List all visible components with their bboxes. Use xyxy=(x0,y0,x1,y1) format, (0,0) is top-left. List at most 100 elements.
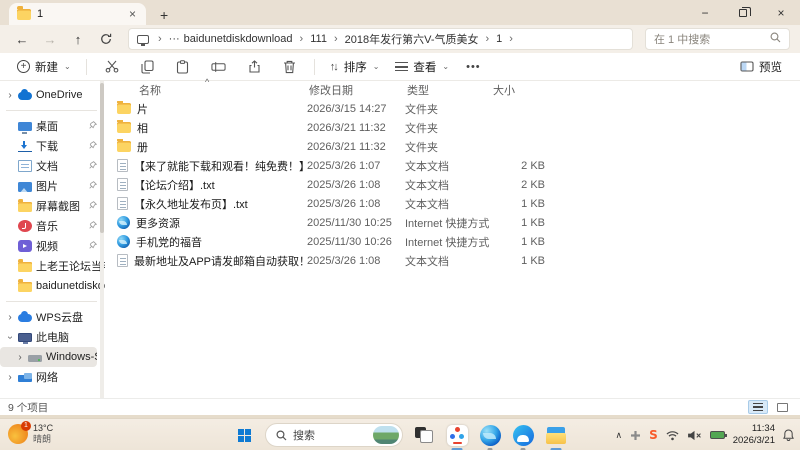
sidebar-scrollbar[interactable] xyxy=(100,81,104,398)
explorer-tab[interactable]: 1 × xyxy=(9,3,146,25)
back-button[interactable]: ← xyxy=(10,32,34,47)
table-row[interactable]: 最新地址及APP请发邮箱自动获取！！！.txt 2025/3/26 1:08文本… xyxy=(105,251,800,270)
share-button[interactable] xyxy=(238,60,271,73)
forward-button[interactable]: → xyxy=(38,32,62,47)
taskbar-search[interactable]: 搜索 xyxy=(265,423,403,447)
table-row[interactable]: 相 2026/3/21 11:32 文件夹 xyxy=(105,118,800,137)
sidebar-item-folder[interactable]: baidunetdiskdownload xyxy=(0,276,105,296)
sidebar-item-folder[interactable]: 上老王论坛当老三 xyxy=(0,256,105,276)
sidebar-item-music[interactable]: 音乐 xyxy=(0,216,105,236)
chevron-right-icon: › xyxy=(158,33,162,45)
taskbar-app-explorer[interactable] xyxy=(544,422,568,450)
column-header-type[interactable]: 类型 xyxy=(405,82,491,98)
chevron-right-icon[interactable]: › xyxy=(6,372,14,383)
sidebar-item-network[interactable]: › 网络 xyxy=(0,367,105,387)
pin-icon xyxy=(89,240,98,252)
taskbar-app-edge[interactable] xyxy=(478,422,502,450)
search-placeholder: 在 1 中搜索 xyxy=(654,34,711,46)
chevron-down-icon[interactable]: › xyxy=(5,333,16,341)
thumbnail-view-toggle[interactable] xyxy=(772,400,792,414)
weather-widget[interactable]: 1 13°C 晴朗 xyxy=(8,420,53,445)
column-header-size[interactable]: 大小 xyxy=(491,82,545,98)
navigation-bar: ← → ↑ › ··· baidunetdiskdownload › 111 ›… xyxy=(0,25,800,53)
table-row[interactable]: 【永久地址发布页】.txt 2025/3/26 1:08 文本文档 1 KB xyxy=(105,194,800,213)
taskbar-app-browser[interactable] xyxy=(511,422,535,450)
address-bar[interactable]: › ··· baidunetdiskdownload › 111 › 2018年… xyxy=(128,28,633,50)
table-row[interactable]: 册 2026/3/21 11:32 文件夹 xyxy=(105,137,800,156)
view-button[interactable]: 查看 ⌄ xyxy=(388,55,456,79)
close-button[interactable]: × xyxy=(762,0,800,25)
sort-button[interactable]: ↑↓ 排序 ⌄ xyxy=(323,55,387,79)
tray-app-button[interactable] xyxy=(630,430,641,441)
internet-shortcut-icon xyxy=(117,235,130,248)
breadcrumb-item[interactable]: baidunetdiskdownload xyxy=(184,33,293,45)
copy-button[interactable] xyxy=(131,59,164,74)
table-row[interactable]: 片 2026/3/15 14:27 文件夹 xyxy=(105,99,800,118)
chevron-right-icon[interactable]: › xyxy=(6,90,14,101)
breadcrumb-item[interactable]: 2018年发行第六V-气质美女 xyxy=(345,31,479,47)
sidebar-item-videos[interactable]: 视频 xyxy=(0,236,105,256)
volume-button[interactable] xyxy=(687,430,702,441)
sidebar-item-desktop[interactable]: 桌面 xyxy=(0,116,105,136)
input-method-button[interactable]: S xyxy=(649,428,658,442)
wps-cloud-icon xyxy=(18,311,32,322)
clock[interactable]: 11:34 2026/3/21 xyxy=(733,423,775,447)
sidebar-item-documents[interactable]: 文档 xyxy=(0,156,105,176)
chevron-right-icon[interactable]: › xyxy=(16,352,24,363)
internet-shortcut-icon xyxy=(117,216,130,229)
chevron-right-icon: › xyxy=(299,33,304,45)
sidebar-item-onedrive[interactable]: › OneDrive xyxy=(0,85,105,105)
restore-icon xyxy=(739,6,751,17)
trash-icon xyxy=(283,60,295,73)
sort-ascending-icon: ^ xyxy=(205,77,210,87)
text-file-icon xyxy=(117,178,128,191)
sidebar-item-this-pc[interactable]: › 此电脑 xyxy=(0,327,105,347)
sidebar-item-screenshots[interactable]: 屏幕截图 xyxy=(0,196,105,216)
table-row[interactable]: 更多资源 2025/11/30 10:25 Internet 快捷方式 1 KB xyxy=(105,213,800,232)
taskbar-app-360[interactable] xyxy=(445,422,469,450)
paste-button[interactable] xyxy=(166,59,199,74)
sidebar-item-downloads[interactable]: 下载 xyxy=(0,136,105,156)
delete-button[interactable] xyxy=(273,60,306,74)
table-row[interactable]: 【论坛介绍】.txt 2025/3/26 1:08 文本文档 2 KB xyxy=(105,175,800,194)
details-view-toggle[interactable] xyxy=(748,400,768,414)
sidebar-item-wps-cloud[interactable]: › WPS云盘 xyxy=(0,307,105,327)
sidebar-item-windows-ssd[interactable]: › Windows-SSD xyxy=(0,347,97,367)
more-options-button[interactable]: ••• xyxy=(458,61,489,73)
rename-button[interactable] xyxy=(201,61,236,73)
sidebar-item-pictures[interactable]: 图片 xyxy=(0,176,105,196)
task-view-button[interactable] xyxy=(412,422,436,448)
wifi-button[interactable] xyxy=(666,430,679,441)
desktop: 1 × + − × ← → ↑ › ··· baidunetdiskdownlo… xyxy=(0,0,800,450)
refresh-button[interactable] xyxy=(94,33,118,45)
up-button[interactable]: ↑ xyxy=(66,32,90,47)
cross-icon xyxy=(631,430,641,440)
details-view-icon xyxy=(753,403,763,411)
breadcrumb-item[interactable]: 111 xyxy=(310,33,327,45)
hidden-icons-button[interactable]: ∧ xyxy=(615,430,622,441)
start-button[interactable] xyxy=(232,422,256,448)
breadcrumb-overflow[interactable]: ··· xyxy=(169,33,180,45)
column-header-date[interactable]: 修改日期 xyxy=(307,82,405,98)
preview-toggle-button[interactable]: 预览 xyxy=(740,59,790,75)
chevron-down-icon: ⌄ xyxy=(442,62,450,71)
new-button[interactable]: + 新建 ⌄ xyxy=(10,55,78,79)
cut-button[interactable] xyxy=(95,60,129,73)
restore-button[interactable] xyxy=(724,0,762,25)
tab-close-icon[interactable]: × xyxy=(127,8,138,20)
breadcrumb-item[interactable]: 1 xyxy=(496,33,502,45)
divider xyxy=(85,58,87,75)
thumbnail-view-icon xyxy=(776,402,788,412)
search-icon xyxy=(276,429,287,440)
chevron-right-icon[interactable]: › xyxy=(6,312,14,323)
column-header-name[interactable]: 名称 xyxy=(137,82,307,98)
notifications-button[interactable] xyxy=(783,429,794,441)
share-icon xyxy=(249,60,260,73)
chevron-right-icon: › xyxy=(509,33,513,45)
table-row[interactable]: 【来了就能下载和观看！纯免费！】.txt 2025/3/26 1:07 文本文档 2… xyxy=(105,156,800,175)
new-tab-button[interactable]: + xyxy=(160,8,168,22)
table-row[interactable]: 手机党的福音 2025/11/30 10:26 Internet 快捷方式 1 KB xyxy=(105,232,800,251)
minimize-button[interactable]: − xyxy=(686,0,724,25)
search-input[interactable]: 在 1 中搜索 xyxy=(645,28,790,50)
battery-icon[interactable] xyxy=(709,431,727,439)
